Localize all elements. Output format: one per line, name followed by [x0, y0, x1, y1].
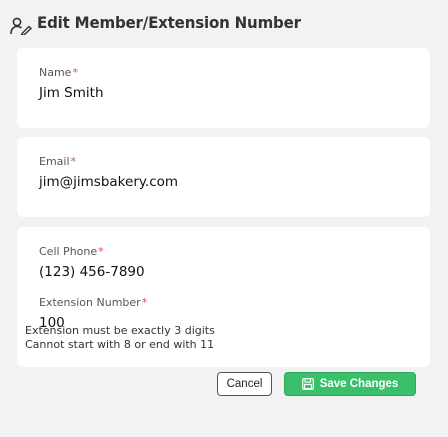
floppy-disk-icon — [301, 378, 314, 390]
name-field[interactable]: Name* Jim Smith — [17, 48, 430, 128]
dialog-header: Edit Member/Extension Number — [0, 0, 448, 44]
save-button-label: Save Changes — [319, 378, 399, 390]
email-label: Email* — [39, 155, 77, 168]
extension-label: Extension Number* — [39, 296, 148, 309]
cancel-button[interactable]: Cancel — [217, 372, 272, 396]
save-changes-button[interactable]: Save Changes — [284, 372, 416, 396]
extension-hint-line1: Extension must be exactly 3 digits — [25, 324, 215, 337]
email-field[interactable]: Email* jim@jimsbakery.com — [17, 137, 430, 217]
cell-phone-label: Cell Phone* — [39, 245, 104, 258]
required-mark: * — [72, 66, 78, 79]
required-mark: * — [70, 155, 77, 168]
required-mark: * — [141, 296, 148, 309]
cancel-button-label: Cancel — [226, 378, 263, 390]
cell-phone-value[interactable]: (123) 456-7890 — [39, 264, 145, 280]
extension-hint-line2: Cannot start with 8 or end with 11 — [25, 338, 215, 351]
person-edit-icon — [10, 17, 32, 35]
email-value[interactable]: jim@jimsbakery.com — [39, 174, 178, 190]
page-title: Edit Member/Extension Number — [37, 13, 301, 32]
required-mark: * — [98, 245, 104, 258]
name-value[interactable]: Jim Smith — [39, 85, 104, 101]
name-label: Name* — [39, 66, 78, 79]
